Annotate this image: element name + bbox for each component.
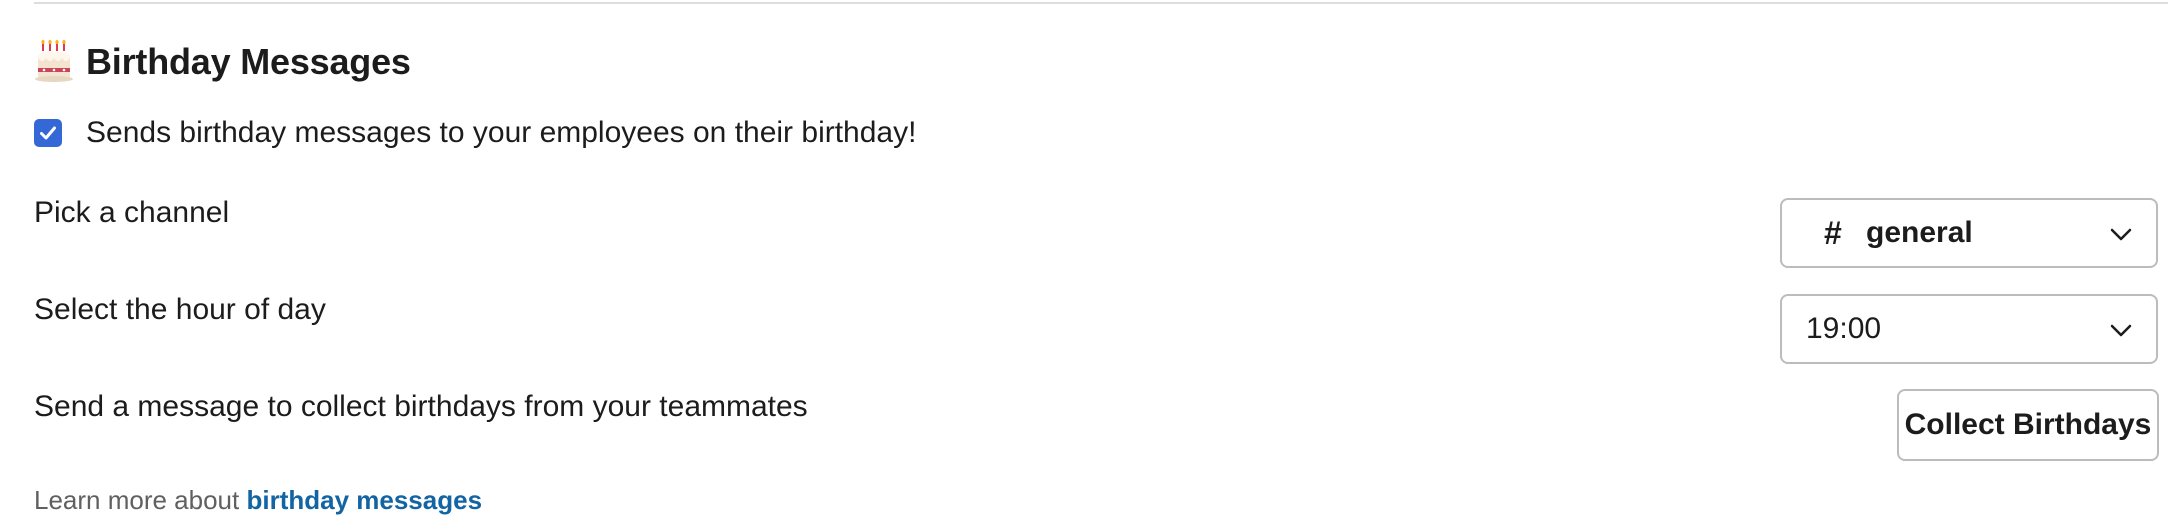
enable-birthday-checkbox[interactable]	[34, 119, 62, 147]
learn-more-footer: Learn more about birthday messages	[34, 485, 482, 516]
birthday-messages-link[interactable]: birthday messages	[246, 485, 482, 515]
hour-select[interactable]: 19:00	[1780, 294, 2158, 364]
section-title-text: Birthday Messages	[86, 41, 411, 82]
enable-birthday-label: Sends birthday messages to your employee…	[86, 116, 917, 149]
hour-label: Select the hour of day	[34, 293, 326, 326]
top-divider	[34, 2, 2168, 4]
hour-select-value: 19:00	[1806, 312, 1882, 345]
channel-hash-icon: #	[1824, 214, 1842, 251]
collect-label: Send a message to collect birthdays from…	[34, 390, 808, 423]
channel-label: Pick a channel	[34, 196, 230, 229]
channel-select-value: general	[1866, 216, 1973, 249]
section-title: Birthday Messages	[34, 40, 411, 84]
chevron-down-icon	[2108, 318, 2134, 344]
chevron-down-icon	[2108, 222, 2134, 248]
channel-select[interactable]: # general	[1780, 198, 2158, 268]
enable-row: Sends birthday messages to your employee…	[34, 116, 916, 150]
collect-birthdays-button[interactable]: Collect Birthdays	[1897, 389, 2159, 461]
checkmark-icon	[40, 126, 56, 140]
learn-more-text: Learn more about	[34, 485, 240, 515]
birthday-cake-icon	[34, 40, 74, 84]
